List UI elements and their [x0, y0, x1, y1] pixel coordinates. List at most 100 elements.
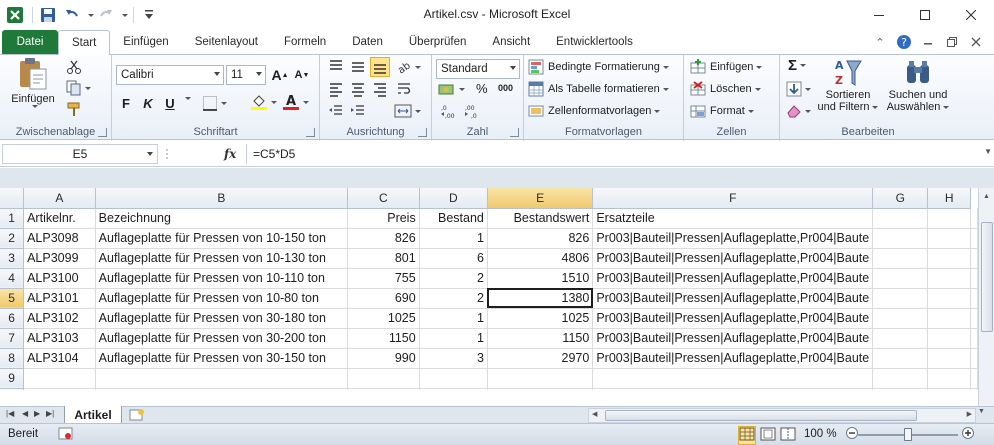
underline-button[interactable]: U [160, 93, 180, 113]
cell-c9[interactable] [347, 368, 420, 389]
cell-d10[interactable] [419, 388, 488, 390]
column-header[interactable]: C [347, 188, 420, 209]
cell-f9[interactable] [592, 368, 874, 389]
format-painter-button[interactable] [66, 101, 82, 117]
help-icon[interactable]: ? [894, 32, 914, 52]
accounting-format-button[interactable] [438, 81, 465, 97]
cell-a5[interactable]: ALP3101 [23, 288, 96, 309]
column-header[interactable]: A [23, 188, 96, 209]
redo-dropdown-icon[interactable] [119, 4, 128, 26]
font-size-select[interactable]: 11 [226, 65, 266, 85]
cell-h10[interactable] [927, 388, 971, 390]
tab-insert[interactable]: Einfügen [110, 30, 181, 54]
cell-d4[interactable]: 2 [419, 268, 488, 289]
cell-a4[interactable]: ALP3100 [23, 268, 96, 289]
cell-h7[interactable] [927, 328, 971, 349]
row-header[interactable]: 1 [0, 208, 25, 229]
cell-d9[interactable] [419, 368, 488, 389]
cell-b3[interactable]: Auflageplatte für Pressen von 10-130 ton [95, 248, 349, 269]
page-break-view-icon[interactable] [780, 427, 796, 444]
cell-f2[interactable]: Pr003|Bauteil|Pressen|Auflageplatte,Pr00… [592, 228, 874, 249]
row-header[interactable]: 4 [0, 268, 25, 289]
undo-icon[interactable] [61, 4, 83, 26]
scroll-down-icon[interactable]: ▼ [978, 408, 985, 415]
cell-f7[interactable]: Pr003|Bauteil|Pressen|Auflageplatte,Pr00… [592, 328, 874, 349]
cell-b5[interactable]: Auflageplatte für Pressen von 10-80 ton [95, 288, 349, 309]
tab-formulas[interactable]: Formeln [271, 30, 339, 54]
name-box[interactable]: E5 [2, 144, 158, 164]
insert-sheet-icon[interactable] [128, 408, 148, 423]
cell-c8[interactable]: 990 [347, 348, 420, 369]
cell-c1[interactable]: Preis [347, 208, 420, 229]
cell-h6[interactable] [927, 308, 971, 329]
cell-d7[interactable]: 1 [419, 328, 488, 349]
workbook-close-icon[interactable] [966, 32, 986, 52]
align-right-button[interactable] [372, 81, 388, 97]
cell-h2[interactable] [927, 228, 971, 249]
normal-view-icon[interactable] [738, 426, 756, 445]
delete-cells-button[interactable]: Löschen [690, 81, 761, 97]
horizontal-scroll-thumb[interactable] [605, 410, 917, 421]
cell-b7[interactable]: Auflageplatte für Pressen von 30-200 ton [95, 328, 349, 349]
cell-e2[interactable]: 826 [487, 228, 594, 249]
clipboard-launcher-icon[interactable] [98, 128, 107, 137]
cell-c6[interactable]: 1025 [347, 308, 420, 329]
row-header[interactable]: 10 [0, 388, 25, 390]
cell-g2[interactable] [872, 228, 929, 249]
cell-b10[interactable] [95, 388, 349, 390]
paste-button[interactable]: Einfügen [6, 57, 60, 108]
tab-review[interactable]: Überprüfen [396, 30, 480, 54]
align-left-button[interactable] [328, 81, 344, 97]
cell-g9[interactable] [872, 368, 929, 389]
number-launcher-icon[interactable] [510, 128, 519, 137]
column-header[interactable]: H [927, 188, 971, 209]
format-cells-button[interactable]: Format [690, 103, 754, 119]
tab-file[interactable]: Datei [2, 30, 58, 54]
cell-g1[interactable] [872, 208, 929, 229]
cell-c3[interactable]: 801 [347, 248, 420, 269]
cell-f1[interactable]: Ersatzteile [592, 208, 874, 229]
zoom-slider-thumb[interactable] [904, 428, 912, 441]
page-layout-view-icon[interactable] [760, 427, 776, 444]
number-format-select[interactable]: Standard [436, 59, 520, 79]
cell-b9[interactable] [95, 368, 349, 389]
prev-sheet-icon[interactable]: ◀ [22, 409, 28, 418]
align-middle-button[interactable] [350, 59, 366, 75]
cell-d8[interactable]: 3 [419, 348, 488, 369]
cell-b1[interactable]: Bezeichnung [95, 208, 349, 229]
cell-d6[interactable]: 1 [419, 308, 488, 329]
cell-styles-button[interactable]: Zellenformatvorlagen [528, 103, 661, 119]
sheet-tab-artikel[interactable]: Artikel [64, 406, 122, 424]
cell-a7[interactable]: ALP3103 [23, 328, 96, 349]
cell-b4[interactable]: Auflageplatte für Pressen von 10-110 ton [95, 268, 349, 289]
excel-logo-icon[interactable] [4, 4, 26, 26]
percent-button[interactable]: % [476, 81, 488, 96]
fill-color-button[interactable] [250, 93, 277, 111]
cell-e3[interactable]: 4806 [487, 248, 594, 269]
cell-a10[interactable] [23, 388, 96, 390]
minimize-ribbon-icon[interactable]: ⌃ [870, 32, 890, 52]
column-header[interactable]: D [419, 188, 488, 209]
vertical-scrollbar[interactable]: ▲ [978, 188, 994, 406]
cell-e8[interactable]: 2970 [487, 348, 594, 369]
decrease-decimal-button[interactable]: ,00,0 [464, 103, 482, 119]
sort-filter-button[interactable]: AZ Sortieren und Filtern [816, 57, 880, 113]
workbook-restore-icon[interactable] [942, 32, 962, 52]
formula-input[interactable]: =C5*D5 [246, 144, 980, 164]
merge-center-button[interactable] [394, 103, 421, 119]
row-header[interactable]: 9 [0, 368, 25, 389]
cell-g5[interactable] [872, 288, 929, 309]
underline-dropdown-icon[interactable] [182, 97, 191, 100]
cell-c5[interactable]: 690 [347, 288, 420, 309]
minimize-icon[interactable] [856, 0, 902, 30]
row-header[interactable]: 2 [0, 228, 25, 249]
borders-button[interactable] [202, 95, 227, 111]
cell-b6[interactable]: Auflageplatte für Pressen von 30-180 ton [95, 308, 349, 329]
name-box-dropdown-icon[interactable] [147, 152, 153, 156]
scroll-right-icon[interactable]: ▶ [967, 410, 972, 418]
cell-f5[interactable]: Pr003|Bauteil|Pressen|Auflageplatte,Pr00… [592, 288, 874, 309]
increase-decimal-button[interactable]: ,0,00 [440, 103, 458, 119]
cell-d3[interactable]: 6 [419, 248, 488, 269]
row-header[interactable]: 5 [0, 288, 25, 309]
increase-indent-button[interactable] [350, 103, 366, 119]
